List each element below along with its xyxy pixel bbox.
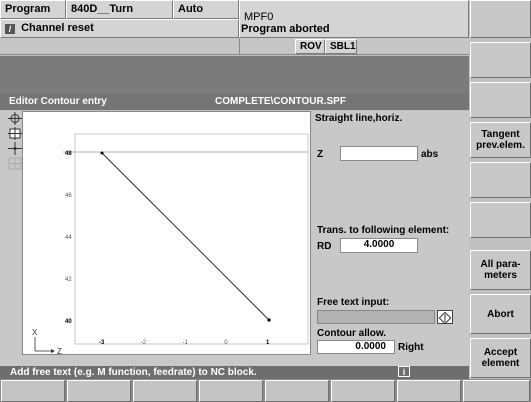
mode-label: Auto <box>173 0 239 19</box>
channel-status: / Channel reset <box>0 19 239 38</box>
abort-button[interactable]: Abort <box>470 294 531 334</box>
z-input[interactable] <box>340 146 418 161</box>
editor-file: COMPLETE\CONTOUR.SPF <box>215 96 346 107</box>
start-point <box>100 151 104 155</box>
blank-bar <box>0 56 469 94</box>
all-parameters-button[interactable]: All para-meters <box>470 250 531 290</box>
hsoftkey-1[interactable] <box>1 380 65 402</box>
vsoftkey-5[interactable] <box>470 162 531 198</box>
tangent-prev-element-label: Tangent prev.elem. <box>476 129 525 151</box>
accept-element-button[interactable]: Accept element <box>470 338 531 378</box>
info-icon[interactable]: i <box>398 366 410 377</box>
contour-graphic: 40 42 44 46 48 -3 -2 -1 0 1 X Z <box>22 111 311 356</box>
element-heading: Straight line,horiz. <box>315 113 403 124</box>
tangent-prev-element-button[interactable]: Tangent prev.elem. <box>470 122 531 158</box>
zoom-window-icon[interactable] <box>8 127 22 140</box>
y-tick-label: 48 <box>65 151 72 157</box>
x-tick-label: 1 <box>266 340 270 346</box>
hsoftkey-6[interactable] <box>331 380 395 402</box>
x-tick-label: -2 <box>141 340 147 346</box>
vsoftkey-2[interactable] <box>470 42 531 78</box>
status-strip <box>0 38 469 55</box>
z-label: Z <box>317 149 324 160</box>
axis-z-label: Z <box>57 347 62 354</box>
contour-segment <box>101 152 270 321</box>
message-spacer <box>0 355 469 366</box>
machine-name: 840D__Turn <box>66 0 173 19</box>
contour-allow-input[interactable]: 0.0000 <box>317 340 395 354</box>
x-tick-label: 0 <box>224 340 228 346</box>
contour-plot: 40 42 44 46 48 -3 -2 -1 0 1 X Z <box>32 133 309 356</box>
all-parameters-label: All para-meters <box>480 259 521 281</box>
y-tick-label: 42 <box>65 277 72 283</box>
contour-allow-label: Contour allow. <box>317 328 387 339</box>
rov-flag: ROV <box>295 39 325 54</box>
axis-x-label: X <box>32 328 38 337</box>
y-tick-label: 40 <box>65 319 72 325</box>
free-text-select-icon[interactable] <box>437 310 453 325</box>
pan-icon[interactable] <box>8 142 22 155</box>
x-tick-label: -1 <box>183 340 189 346</box>
accept-element-label: Accept element <box>481 347 520 369</box>
status-message-bar: Add free text (e.g. M function, feedrate… <box>0 366 469 379</box>
status-strip-divider <box>239 38 240 55</box>
editor-title-bar: Editor Contour entry COMPLETE\CONTOUR.SP… <box>0 94 469 110</box>
vsoftkey-3[interactable] <box>470 82 531 118</box>
horizontal-softkey-bar <box>0 379 531 402</box>
channel-reset-icon: / <box>5 24 15 34</box>
area-label: Program <box>0 0 66 19</box>
vsoftkey-1[interactable] <box>470 0 531 38</box>
status-message: Add free text (e.g. M function, feedrate… <box>10 367 257 378</box>
transition-label: Trans. to following element: <box>317 225 450 236</box>
hsoftkey-8[interactable] <box>463 380 530 402</box>
hsoftkey-7[interactable] <box>397 380 461 402</box>
grid-icon[interactable] <box>8 157 22 170</box>
z-unit: abs <box>421 149 439 160</box>
hsoftkey-2[interactable] <box>67 380 131 402</box>
end-point <box>267 318 271 322</box>
rd-input[interactable]: 4.0000 <box>340 238 418 253</box>
free-text-input[interactable] <box>317 310 435 324</box>
channel-status-text: Channel reset <box>21 22 94 34</box>
contour-allow-side: Right <box>398 342 424 353</box>
crosshair-icon[interactable] <box>8 112 22 125</box>
free-text-label: Free text input: <box>317 297 390 308</box>
y-tick-label: 44 <box>65 235 72 241</box>
y-tick-label: 46 <box>65 193 72 199</box>
program-status: Program aborted <box>241 23 330 35</box>
editor-title: Editor Contour entry <box>9 96 107 107</box>
rd-label: RD <box>317 241 332 252</box>
hsoftkey-4[interactable] <box>199 380 263 402</box>
sbl1-flag: SBL1 <box>325 39 357 54</box>
hsoftkey-3[interactable] <box>133 380 197 402</box>
hsoftkey-5[interactable] <box>265 380 329 402</box>
vsoftkey-6[interactable] <box>470 202 531 238</box>
x-tick-label: -3 <box>99 340 105 346</box>
plot-frame <box>74 133 309 345</box>
